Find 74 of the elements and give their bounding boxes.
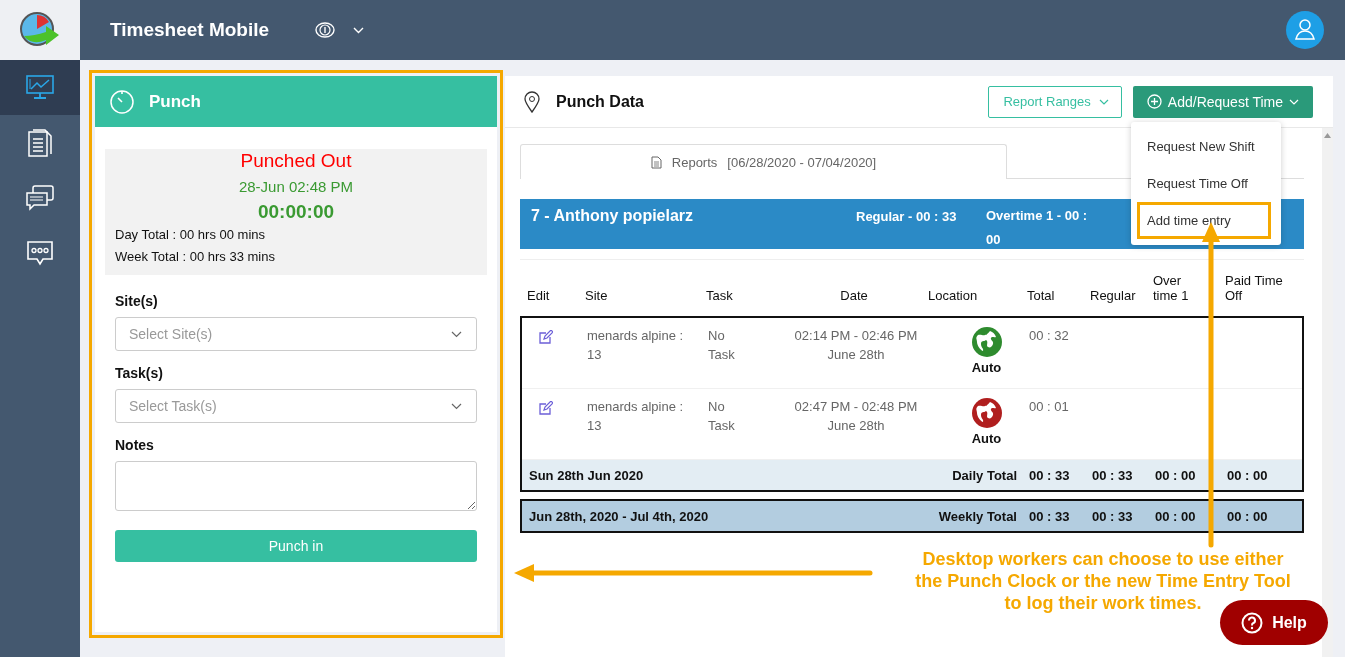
- stopwatch-icon: [109, 88, 135, 115]
- week-total: Week Total : 00 hrs 33 mins: [114, 248, 276, 266]
- punch-time: 28-Jun 02:48 PM: [237, 177, 355, 197]
- total-value: 00 : 00: [1155, 508, 1197, 524]
- chevron-down-icon: [1098, 98, 1109, 105]
- column-header: Date: [839, 288, 869, 303]
- total-value: 00 : 33: [1092, 467, 1134, 483]
- monitor-chart-icon: [26, 74, 54, 101]
- date-cell-text: 02:14 PM - 02:46 PM June 28th: [793, 327, 919, 364]
- plus-circle-icon: [1146, 94, 1162, 109]
- punch-status: Punched Out: [239, 150, 353, 172]
- column-header: Total: [1027, 288, 1056, 303]
- employee-name: 7 - Anthony popielarz: [531, 207, 695, 226]
- total-cell-text: 00 : 01: [1029, 398, 1070, 416]
- column-header: Location: [928, 288, 979, 303]
- site-cell-text: menards alpine : 13: [587, 398, 685, 435]
- punch-timer: 00:00:00: [256, 200, 336, 224]
- task-cell-text: No Task: [708, 398, 736, 435]
- total-value: 00 : 00: [1227, 467, 1269, 483]
- edit-icon[interactable]: [539, 330, 553, 344]
- chevron-down-icon[interactable]: [353, 26, 365, 34]
- document-icon: [28, 128, 52, 157]
- panel-title: Punch Data: [556, 92, 644, 111]
- money-icon[interactable]: [315, 22, 336, 38]
- column-header: Paid Time Off: [1225, 273, 1284, 303]
- field-label: Notes: [115, 437, 155, 453]
- scrollbar[interactable]: [1322, 128, 1333, 657]
- column-header: Site: [585, 288, 609, 303]
- total-value: 00 : 00: [1227, 508, 1269, 524]
- app-title: Timesheet Mobile: [110, 19, 270, 41]
- column-header: Over time 1: [1153, 273, 1190, 303]
- punch-title: Punch: [149, 91, 201, 112]
- user-avatar-icon[interactable]: [1286, 11, 1324, 49]
- task-cell-text: No Task: [708, 327, 736, 364]
- sidebar-item[interactable]: [0, 60, 80, 115]
- tab-label: Reports: [671, 154, 718, 170]
- column-header: Task: [706, 288, 734, 303]
- chat-dots-icon: [26, 239, 54, 266]
- total-value: 00 : 33: [1029, 508, 1071, 524]
- site-cell-text: menards alpine : 13: [587, 327, 685, 364]
- add-request-time-button[interactable]: Add/Request Time: [1132, 85, 1313, 118]
- reports-tab[interactable]: Reports [06/28/2020 - 07/04/2020]: [520, 144, 1007, 179]
- edit-icon[interactable]: [539, 401, 553, 415]
- help-button[interactable]: Help: [1220, 600, 1328, 645]
- total-label: Sun 28th Jun 2020: [529, 467, 645, 483]
- total-title: Daily Total: [951, 467, 1018, 483]
- total-value: 00 : 00: [1155, 467, 1197, 483]
- menu-item[interactable]: Add time entry: [1137, 202, 1271, 239]
- menu-item[interactable]: Request New Shift: [1137, 128, 1271, 165]
- column-header: Edit: [527, 288, 551, 303]
- location-label: Auto: [971, 359, 1002, 377]
- day-total: Day Total : 00 hrs 00 mins: [114, 226, 267, 244]
- document-icon: [650, 155, 662, 169]
- notes-field[interactable]: [115, 461, 477, 511]
- total-value: 00 : 33: [1092, 508, 1134, 524]
- menu-item[interactable]: Request Time Off: [1137, 165, 1271, 202]
- chevron-down-icon: [451, 330, 462, 338]
- field-label: Task(s): [115, 365, 164, 381]
- chat-bubbles-icon: [26, 184, 54, 211]
- chevron-down-icon: [451, 402, 462, 410]
- regular-hours: Regular - 00 : 33: [856, 208, 958, 226]
- tab-date-range: [06/28/2020 - 07/04/2020]: [727, 154, 877, 170]
- date-cell-text: 02:47 PM - 02:48 PM June 28th: [793, 398, 919, 435]
- location-label: Auto: [971, 430, 1002, 448]
- field-label: Site(s): [115, 293, 159, 309]
- chevron-down-icon: [1289, 98, 1299, 105]
- total-value: 00 : 33: [1029, 467, 1071, 483]
- location-pin-icon: [524, 90, 540, 113]
- question-circle-icon: [1241, 611, 1264, 634]
- total-cell-text: 00 : 32: [1029, 327, 1070, 345]
- column-header: Regular: [1090, 288, 1137, 303]
- total-title: Weekly Total: [937, 508, 1018, 524]
- overtime-hours: Overtime 1 - 00 : 00: [986, 207, 1089, 249]
- total-label: Jun 28th, 2020 - Jul 4th, 2020: [529, 508, 710, 524]
